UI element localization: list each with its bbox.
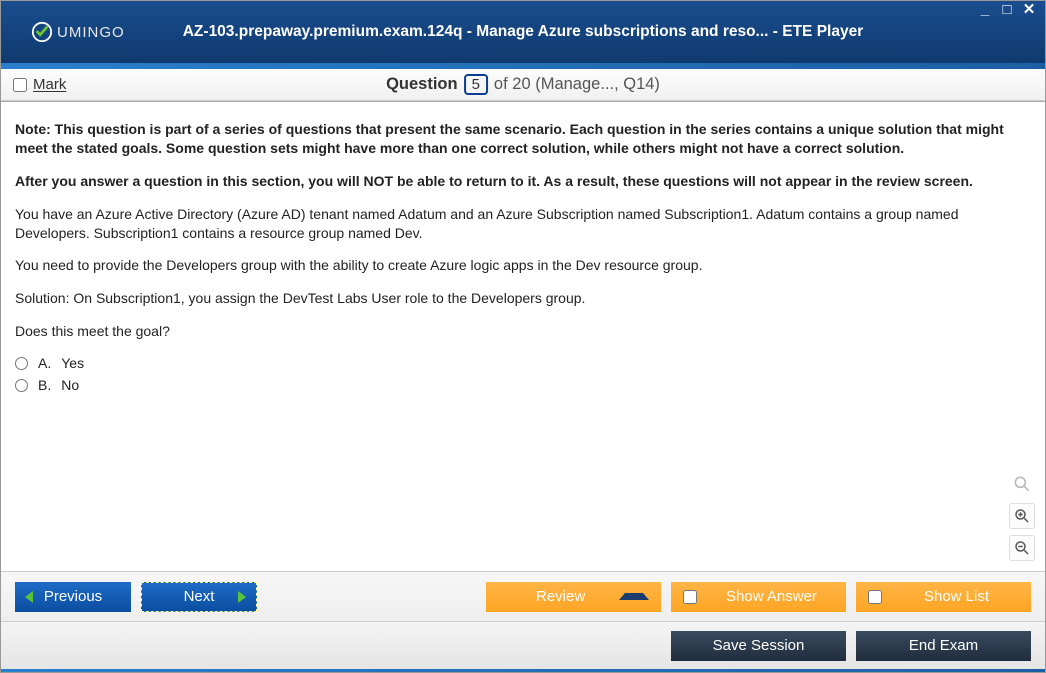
bottom-accent: [1, 669, 1045, 672]
show-list-label: Show List: [894, 588, 1019, 605]
question-content: Note: This question is part of a series …: [1, 101, 1045, 571]
option-a-radio[interactable]: [15, 357, 28, 370]
option-b-text: No: [61, 377, 79, 393]
note-1: Note: This question is part of a series …: [15, 120, 1031, 158]
option-a-letter: A.: [38, 355, 51, 371]
minimize-button[interactable]: _: [977, 3, 993, 17]
option-b-letter: B.: [38, 377, 51, 393]
options-group: A. Yes B. No: [15, 355, 1031, 393]
option-b-row[interactable]: B. No: [15, 377, 1031, 393]
next-button[interactable]: Next: [141, 582, 257, 612]
app-logo: UMINGO: [31, 21, 125, 43]
show-answer-label: Show Answer: [709, 588, 834, 605]
zoom-out-icon[interactable]: [1009, 535, 1035, 561]
mark-checkbox[interactable]: [13, 78, 27, 92]
question-number-box[interactable]: 5: [464, 74, 488, 95]
window-title: AZ-103.prepaway.premium.exam.124q - Mana…: [183, 23, 864, 41]
show-list-button[interactable]: Show List: [856, 582, 1031, 612]
brand-text: UMINGO: [57, 24, 125, 41]
option-b-radio[interactable]: [15, 379, 28, 392]
question-word: Question: [386, 75, 458, 94]
zoom-in-icon[interactable]: [1009, 503, 1035, 529]
triangle-up-icon: [619, 593, 649, 600]
previous-button[interactable]: Previous: [15, 582, 131, 612]
session-action-bar: Save Session End Exam: [1, 621, 1045, 669]
window-controls: _ □ ✕: [977, 3, 1037, 17]
save-session-button[interactable]: Save Session: [671, 631, 846, 661]
mark-checkbox-group: Mark: [13, 76, 66, 93]
review-button[interactable]: Review: [486, 582, 661, 612]
title-bar: UMINGO AZ-103.prepaway.premium.exam.124q…: [1, 1, 1045, 63]
show-list-checkbox[interactable]: [868, 590, 882, 604]
close-button[interactable]: ✕: [1021, 3, 1037, 17]
option-a-row[interactable]: A. Yes: [15, 355, 1031, 371]
checkmark-icon: [31, 21, 53, 43]
show-answer-button[interactable]: Show Answer: [671, 582, 846, 612]
show-answer-checkbox[interactable]: [683, 590, 697, 604]
review-label: Review: [536, 588, 585, 605]
option-a-text: Yes: [61, 355, 84, 371]
paragraph-3: Solution: On Subscription1, you assign t…: [15, 289, 1031, 308]
question-position: Question 5 of 20 (Manage..., Q14): [386, 74, 660, 95]
paragraph-4: Does this meet the goal?: [15, 322, 1031, 341]
search-icon[interactable]: [1009, 471, 1035, 497]
mark-label[interactable]: Mark: [33, 76, 66, 93]
maximize-button[interactable]: □: [999, 3, 1015, 17]
question-total: of 20 (Manage..., Q14): [494, 75, 660, 94]
paragraph-2: You need to provide the Developers group…: [15, 256, 1031, 275]
end-exam-button[interactable]: End Exam: [856, 631, 1031, 661]
note-2: After you answer a question in this sect…: [15, 172, 1031, 191]
info-bar: Mark Question 5 of 20 (Manage..., Q14): [1, 69, 1045, 101]
paragraph-1: You have an Azure Active Directory (Azur…: [15, 205, 1031, 243]
zoom-tools: [1009, 471, 1035, 561]
nav-action-bar: Previous Next Review Show Answer Show Li…: [1, 571, 1045, 621]
